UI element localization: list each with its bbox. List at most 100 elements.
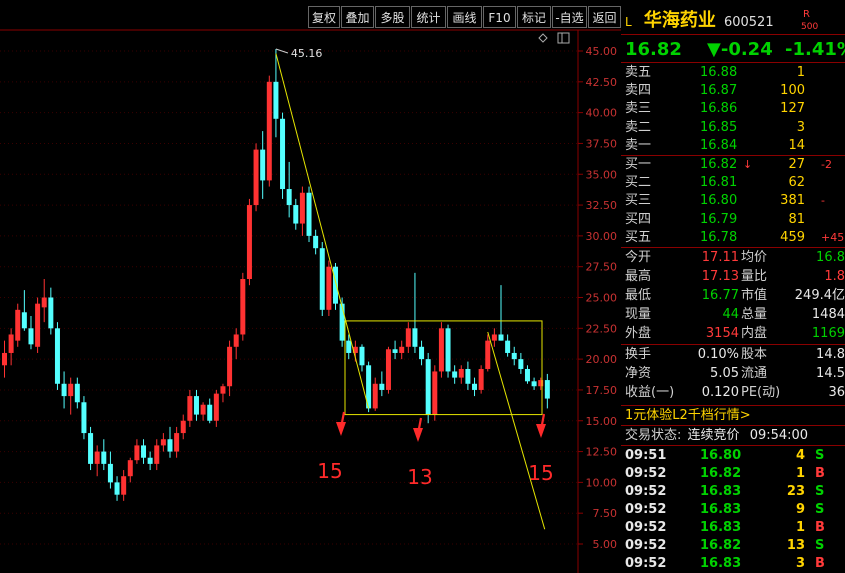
stats-row: 最低 16.77 市值 249.4亿 — [625, 287, 845, 305]
toolbar-button-0[interactable]: 复权 — [308, 6, 340, 28]
y-tick-label: 30.00 — [586, 230, 618, 243]
ask-price: 16.86 — [700, 101, 738, 117]
fund-value: 36 — [828, 385, 845, 400]
ask-row-1: 卖一 16.84 14 — [625, 137, 845, 155]
badge-bottom: 500 — [801, 22, 819, 32]
trade-price: 16.83 — [700, 520, 742, 535]
candle — [253, 143, 259, 212]
trade-price: 16.83 — [700, 502, 742, 517]
bid-label: 买五 — [625, 229, 652, 245]
l2-promo-link[interactable]: 1元体验L2千档行情> — [625, 407, 751, 425]
y-tick-label: 5.00 — [593, 538, 618, 551]
toolbar-button-7[interactable]: -自选 — [552, 6, 587, 28]
trade-side: S — [815, 538, 825, 553]
toolbar-button-1[interactable]: 叠加 — [341, 6, 374, 28]
fund-value: 14.5 — [816, 366, 845, 381]
stat-value: 1169 — [811, 326, 845, 341]
trade-side: B — [815, 556, 825, 571]
fund-row: 收益(一) 0.120 PE(动) 36 — [625, 384, 845, 402]
y-tick-label: 45.00 — [586, 45, 618, 58]
stat-value: 16.77 — [701, 288, 739, 303]
candle — [280, 112, 286, 199]
candle — [35, 297, 41, 353]
y-tick-label: 27.50 — [586, 261, 618, 274]
trade-side: B — [815, 466, 825, 481]
candle — [240, 272, 246, 341]
bid-label: 买一 — [625, 157, 652, 172]
trade-status: 交易状态: 连续竞价 09:54:00 — [625, 427, 808, 445]
ask-volume: 100 — [780, 83, 805, 99]
kline-chart[interactable]: 45.16 15 13 15 45.00 42.50 40.00 37.50 35.00 32.… — [0, 0, 621, 573]
bid-row-3: 买三 16.80 381 - — [625, 192, 845, 210]
trade-row: 09:52 16.83 3 B — [625, 555, 845, 573]
trade-row: 09:52 16.83 9 S — [625, 501, 845, 519]
trade-time: 09:52 — [625, 484, 667, 499]
toolbar-button-8[interactable]: 返回 — [588, 6, 621, 28]
trade-status-value: 连续竞价 — [687, 428, 740, 443]
toolbar-button-6[interactable]: 标记 — [517, 6, 551, 28]
trade-row: 09:51 16.80 4 S — [625, 447, 845, 465]
trade-status-time: 09:54:00 — [749, 428, 809, 443]
stat-value: 1484 — [811, 307, 845, 322]
bid-row-4: 买四 16.79 81 — [625, 211, 845, 229]
candle — [432, 365, 438, 421]
stats-row: 现量 44 总量 1484 — [625, 306, 845, 324]
ask-label: 卖二 — [625, 119, 652, 135]
ask-label: 卖三 — [625, 101, 652, 117]
candle — [319, 242, 325, 316]
ask-row-4: 卖四 16.87 100 — [625, 82, 845, 100]
candle — [385, 346, 391, 394]
ask-row-5: 卖五 16.88 1 — [625, 64, 845, 82]
trade-time: 09:51 — [625, 448, 667, 463]
trade-price: 16.83 — [700, 484, 742, 499]
trade-price: 16.83 — [700, 556, 742, 571]
fund-label: 股本 — [741, 347, 768, 362]
stat-value: 44 — [722, 307, 739, 322]
candle — [306, 186, 312, 243]
stats-row: 外盘 3154 内盘 1169 — [625, 325, 845, 343]
toolbar-button-3[interactable]: 统计 — [411, 6, 446, 28]
price-change: ▼-0.24 — [707, 39, 773, 60]
bid-label: 买二 — [625, 175, 652, 191]
trade-volume: 13 — [786, 538, 805, 553]
bid-volume: 27 — [788, 157, 805, 172]
fund-value: 0.120 — [701, 385, 739, 400]
stat-value: 17.11 — [701, 250, 739, 265]
trade-time: 09:52 — [625, 538, 667, 553]
fund-label: 收益(一) — [625, 385, 675, 400]
stat-label: 市值 — [741, 288, 768, 303]
fund-label: 流通 — [741, 366, 768, 381]
annotation-label: 15 — [528, 461, 553, 485]
ask-price: 16.85 — [700, 119, 738, 135]
stat-label: 今开 — [625, 250, 652, 265]
bid-price: 16.79 — [700, 211, 738, 227]
trade-volume: 3 — [795, 556, 805, 571]
trade-volume: 1 — [795, 466, 805, 481]
trade-row: 09:52 16.83 1 B — [625, 519, 845, 537]
stock-name[interactable]: 华海药业 — [644, 10, 716, 31]
market-flag: L — [625, 15, 632, 29]
fund-label: 净资 — [625, 366, 652, 381]
ask-volume: 3 — [796, 119, 805, 135]
last-price: 16.82 — [625, 39, 682, 60]
candle — [326, 260, 332, 316]
y-tick-label: 17.50 — [586, 384, 618, 397]
toolbar-button-5[interactable]: F10 — [483, 6, 516, 28]
y-tick-label: 42.50 — [586, 76, 618, 89]
trade-volume: 23 — [786, 484, 805, 499]
y-tick-label: 7.50 — [593, 507, 618, 520]
fund-value: 14.8 — [816, 347, 845, 362]
ask-row-3: 卖三 16.86 127 — [625, 100, 845, 118]
ask-volume: 14 — [788, 137, 805, 153]
bid-price: 16.80 — [700, 193, 738, 209]
stats-row: 今开 17.11 均价 16.8 — [625, 249, 845, 267]
stat-value: 17.13 — [701, 269, 739, 284]
trade-volume: 4 — [795, 448, 805, 463]
toolbar-button-2[interactable]: 多股 — [375, 6, 410, 28]
toolbar-button-4[interactable]: 画线 — [447, 6, 482, 28]
y-tick-label: 12.50 — [586, 446, 618, 459]
fund-label: 换手 — [625, 347, 652, 362]
trade-price: 16.82 — [700, 466, 742, 481]
trade-price: 16.80 — [700, 448, 742, 463]
ask-price: 16.87 — [700, 83, 738, 99]
